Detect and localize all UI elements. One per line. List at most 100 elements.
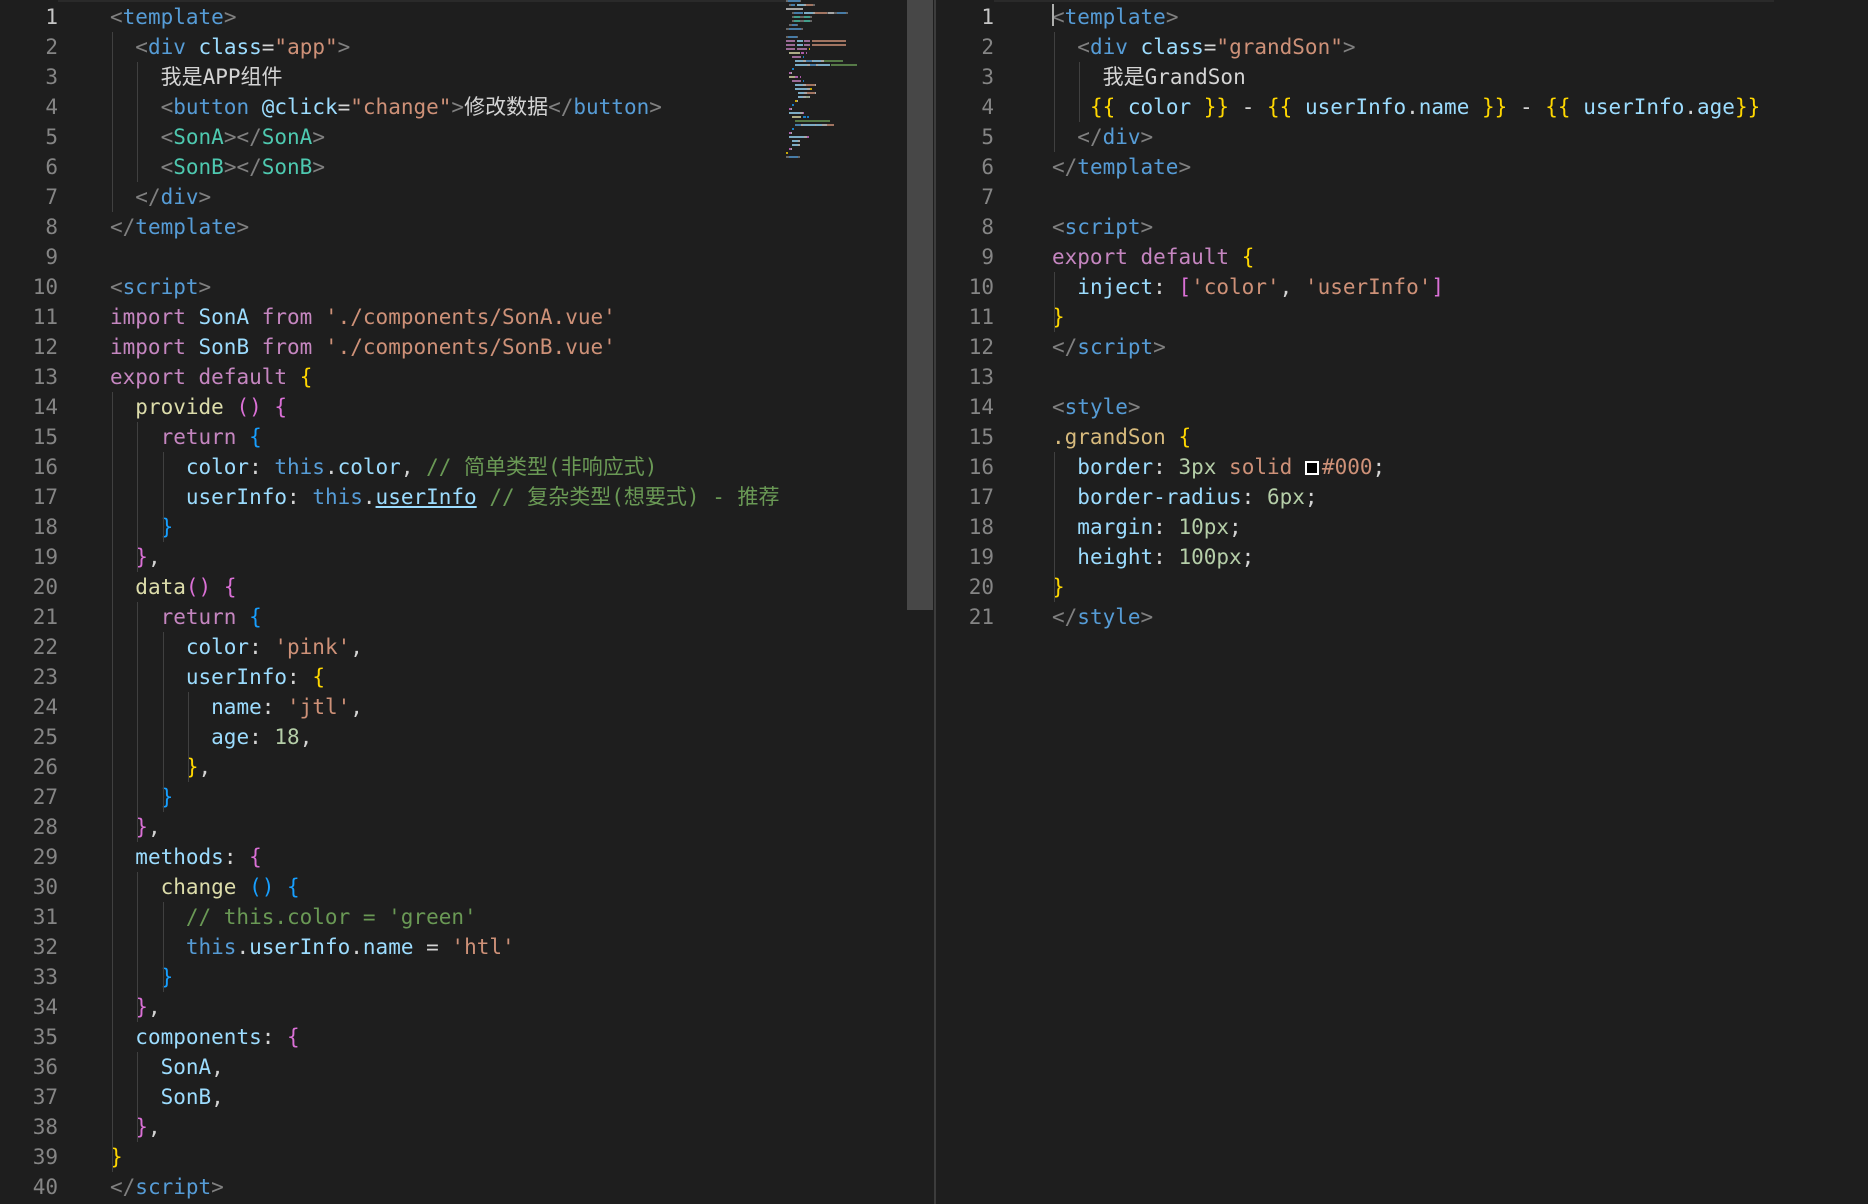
code-text[interactable]: } [110,962,174,992]
code-text[interactable]: this.userInfo.name = 'htl' [110,932,515,962]
code-text[interactable]: }, [110,812,160,842]
code-text[interactable]: components: { [110,1022,299,1052]
code-text[interactable]: color: 'pink', [110,632,363,662]
code-text[interactable]: border-radius: 6px; [1052,482,1317,512]
code-text[interactable]: <SonA></SonA> [110,122,325,152]
code-text[interactable]: border: 3px solid #000; [1052,452,1385,482]
code-text[interactable]: </template> [110,212,249,242]
code-text[interactable]: return { [110,602,262,632]
code-line[interactable]: 9 [0,242,934,272]
code-text[interactable]: <script> [1052,212,1153,242]
code-text[interactable]: } [110,782,174,812]
code-text[interactable]: import SonA from './components/SonA.vue' [110,302,616,332]
code-line[interactable]: 34 }, [0,992,934,1022]
code-line[interactable]: 15 .grandSon { [936,422,1868,452]
code-line[interactable]: 14 provide () { [0,392,934,422]
code-line[interactable]: 3 我是GrandSon [936,62,1868,92]
code-text[interactable]: userInfo: { [110,662,325,692]
code-line[interactable]: 2 <div class="grandSon"> [936,32,1868,62]
code-text[interactable]: </style> [1052,602,1153,632]
code-line[interactable]: 8 </template> [0,212,934,242]
code-line[interactable]: 21 </style> [936,602,1868,632]
code-text[interactable]: .grandSon { [1052,422,1191,452]
code-line[interactable]: 31 // this.color = 'green' [0,902,934,932]
code-text[interactable]: } [110,512,174,542]
code-text[interactable]: 我是APP组件 [110,62,283,92]
code-line[interactable]: 9 export default { [936,242,1868,272]
code-line[interactable]: 18 } [0,512,934,542]
code-text[interactable]: {{ color }} - {{ userInfo.name }} - {{ u… [1052,92,1760,122]
code-line[interactable]: 21 return { [0,602,934,632]
code-text[interactable]: userInfo: this.userInfo // 复杂类型(想要式) - 推… [110,482,780,512]
code-text[interactable]: data() { [110,572,236,602]
code-line[interactable]: 15 return { [0,422,934,452]
code-line[interactable]: 6 </template> [936,152,1868,182]
code-line[interactable]: 35 components: { [0,1022,934,1052]
code-line[interactable]: 13 [936,362,1868,392]
code-line[interactable]: 33 } [0,962,934,992]
code-line[interactable]: 1 <template> [936,2,1868,32]
code-line[interactable]: 5 </div> [936,122,1868,152]
code-text[interactable]: change () { [110,872,300,902]
code-text[interactable]: <div class="grandSon"> [1052,32,1355,62]
code-line[interactable]: 14 <style> [936,392,1868,422]
code-line[interactable]: 22 color: 'pink', [0,632,934,662]
code-line[interactable]: 20 data() { [0,572,934,602]
code-text[interactable]: </script> [110,1172,224,1202]
code-line[interactable]: 11} [936,302,1868,332]
code-line[interactable]: 36 SonA, [0,1052,934,1082]
code-line[interactable]: 29 methods: { [0,842,934,872]
code-line[interactable]: 26 }, [0,752,934,782]
code-line[interactable]: 20} [936,572,1868,602]
code-text[interactable]: export default { [110,362,312,392]
code-text[interactable]: </template> [1052,152,1191,182]
left-vertical-scrollbar[interactable] [906,0,934,1204]
code-text[interactable]: }, [110,752,211,782]
code-text[interactable]: export default { [1052,242,1254,272]
code-line[interactable]: 4 {{ color }} - {{ userInfo.name }} - {{… [936,92,1868,122]
code-text[interactable]: <div class="app"> [110,32,350,62]
code-line[interactable]: 19 height: 100px; [936,542,1868,572]
code-line[interactable]: 38 }, [0,1112,934,1142]
code-line[interactable]: 27 } [0,782,934,812]
code-text[interactable]: margin: 10px; [1052,512,1241,542]
code-line[interactable]: 17 border-radius: 6px; [936,482,1868,512]
code-text[interactable]: methods: { [110,842,261,872]
code-text[interactable]: <style> [1052,392,1141,422]
code-text[interactable]: SonA, [110,1052,224,1082]
code-text[interactable]: <template> [1052,2,1178,32]
code-line[interactable]: 17 userInfo: this.userInfo // 复杂类型(想要式) … [0,482,934,512]
code-line[interactable]: 16 color: this.color, // 简单类型(非响应式) [0,452,934,482]
code-text[interactable]: import SonB from './components/SonB.vue' [110,332,616,362]
code-line[interactable]: 10 inject: ['color', 'userInfo'] [936,272,1868,302]
code-text[interactable]: color: this.color, // 简单类型(非响应式) [110,452,657,482]
code-text[interactable]: <button @click="change">修改数据</button> [110,92,662,122]
code-line[interactable]: 37 SonB, [0,1082,934,1112]
color-swatch-icon[interactable] [1304,461,1319,475]
code-line[interactable]: 19 }, [0,542,934,572]
code-text[interactable]: }, [110,992,160,1022]
code-text[interactable]: </script> [1052,332,1166,362]
code-text[interactable]: inject: ['color', 'userInfo'] [1052,272,1444,302]
code-line[interactable]: 23 userInfo: { [0,662,934,692]
code-line[interactable]: 12 </script> [936,332,1868,362]
code-line[interactable]: 24 name: 'jtl', [0,692,934,722]
code-text[interactable]: <template> [110,2,236,32]
code-line[interactable]: 10 <script> [0,272,934,302]
code-line[interactable]: 13 export default { [0,362,934,392]
code-line[interactable]: 32 this.userInfo.name = 'htl' [0,932,934,962]
code-text[interactable]: <script> [110,272,211,302]
left-scrollbar-thumb[interactable] [907,0,933,610]
code-line[interactable]: 18 margin: 10px; [936,512,1868,542]
code-line[interactable]: 30 change () { [0,872,934,902]
code-text[interactable]: 我是GrandSon [1052,62,1246,92]
code-line[interactable]: 8 <script> [936,212,1868,242]
code-text[interactable]: height: 100px; [1052,542,1254,572]
code-line[interactable]: 11 import SonA from './components/SonA.vu… [0,302,934,332]
code-line[interactable]: 16 border: 3px solid #000; [936,452,1868,482]
left-editor-pane[interactable]: 1 <template> 2 <div class="app"> 3 我是APP组件 4… [0,0,934,1204]
code-line[interactable]: 40 </script> [0,1172,934,1202]
code-text[interactable]: </div> [110,182,211,212]
code-line[interactable]: 39} [0,1142,934,1172]
code-text[interactable]: provide () { [110,392,287,422]
